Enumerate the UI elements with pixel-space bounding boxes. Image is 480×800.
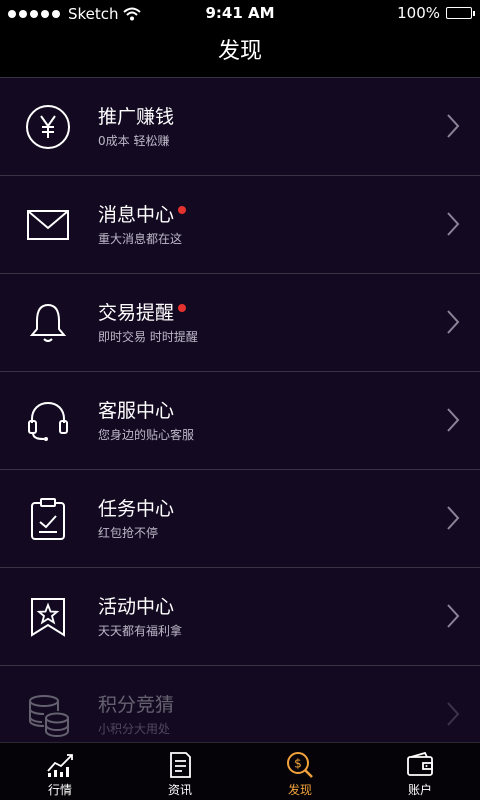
tab-label: 账户 (407, 783, 432, 797)
yen-circle-icon (26, 105, 70, 149)
discover-menu-list: 推广赚钱 0成本 轻松赚 消息中心 重大消息都在这 交易提醒 即时交易 时时提醒… (0, 78, 480, 742)
unread-badge (178, 304, 187, 312)
tab-label: 行情 (47, 783, 72, 797)
menu-item-subtitle: 小积分大用处 (98, 722, 171, 736)
envelope-icon (27, 210, 69, 240)
chevron-right-icon (447, 604, 460, 628)
wallet-icon (407, 751, 433, 776)
page-title: 发现 (217, 39, 262, 64)
menu-item-title: 交易提醒 (98, 302, 187, 324)
menu-item-title: 任务中心 (98, 498, 175, 520)
chevron-right-icon (447, 212, 460, 236)
chevron-right-icon (447, 506, 460, 530)
battery-percentage: 100% (397, 4, 440, 22)
menu-item-subtitle: 您身边的贴心客服 (98, 428, 195, 442)
battery-icon (446, 7, 475, 19)
tab-news[interactable]: 资讯 (120, 743, 240, 800)
clipboard-check-icon (31, 498, 65, 540)
svg-text:$: $ (294, 757, 302, 771)
bottom-tab-bar: 行情 资讯 $ 发现 账户 (0, 742, 480, 800)
menu-item-tasks[interactable]: 任务中心 红包抢不停 (0, 470, 480, 568)
menu-item-title: 消息中心 (98, 204, 187, 226)
menu-item-subtitle: 红包抢不停 (98, 526, 159, 540)
menu-item-title: 积分竞猜 (98, 694, 175, 716)
menu-item-subtitle: 重大消息都在这 (98, 232, 183, 246)
menu-item-subtitle: 天天都有福利拿 (98, 624, 183, 638)
menu-item-trade-alerts[interactable]: 交易提醒 即时交易 时时提醒 (0, 274, 480, 372)
navigation-bar: 发现 (0, 28, 480, 78)
chevron-right-icon (447, 310, 460, 334)
menu-item-title: 活动中心 (98, 596, 175, 618)
chart-icon (47, 754, 73, 777)
menu-item-messages[interactable]: 消息中心 重大消息都在这 (0, 176, 480, 274)
headset-icon (28, 401, 68, 441)
chevron-right-icon (447, 114, 460, 138)
status-right: 100% (397, 4, 475, 22)
tab-discover[interactable]: $ 发现 (240, 743, 360, 800)
unread-badge (178, 206, 187, 214)
status-bar: Sketch 9:41 AM 100% (0, 0, 480, 28)
menu-item-title: 客服中心 (98, 400, 175, 422)
menu-item-subtitle: 即时交易 时时提醒 (98, 330, 198, 344)
document-icon (170, 752, 191, 778)
bell-icon (29, 303, 67, 342)
chevron-right-icon (447, 702, 460, 726)
chevron-right-icon (447, 408, 460, 432)
menu-item-title: 推广赚钱 (98, 106, 175, 128)
menu-item-points-quiz[interactable]: 积分竞猜 小积分大用处 (0, 666, 480, 742)
tab-label: 资讯 (167, 783, 192, 797)
menu-item-activities[interactable]: 活动中心 天天都有福利拿 (0, 568, 480, 666)
tab-label: 发现 (287, 783, 312, 797)
menu-item-customer-service[interactable]: 客服中心 您身边的贴心客服 (0, 372, 480, 470)
menu-item-subtitle: 0成本 轻松赚 (98, 134, 170, 148)
star-bookmark-icon (31, 598, 65, 637)
dollar-search-icon: $ (287, 752, 313, 778)
menu-item-promotion[interactable]: 推广赚钱 0成本 轻松赚 (0, 78, 480, 176)
coin-stack-icon (29, 695, 69, 738)
tab-market[interactable]: 行情 (0, 743, 120, 800)
tab-account[interactable]: 账户 (360, 743, 480, 800)
